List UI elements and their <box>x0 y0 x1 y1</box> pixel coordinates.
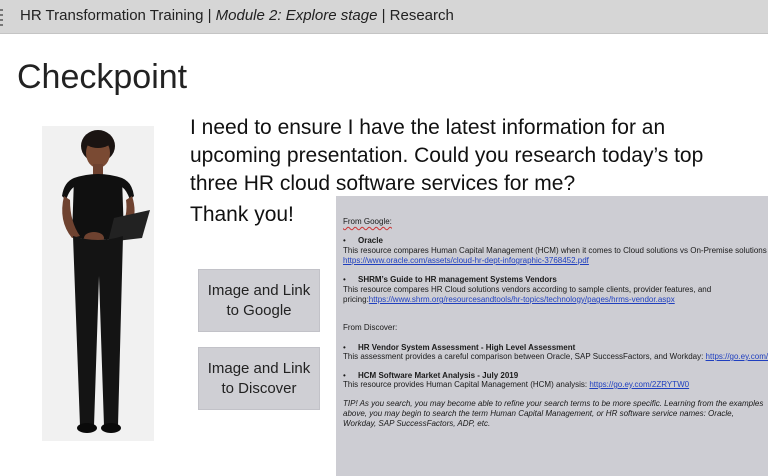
bullet-icon: • <box>343 371 346 380</box>
research-panel: From Google: • Oracle This resource comp… <box>336 196 768 476</box>
from-google-heading: From Google: <box>343 217 392 226</box>
checkpoint-message: I need to ensure I have the latest infor… <box>190 116 704 195</box>
search-tip: TIP! As you search, you may become able … <box>343 399 764 428</box>
hr-vendor-assessment-line: This assessment provides a careful compa… <box>343 352 768 361</box>
header-title: HR Transformation Training | Module 2: E… <box>20 7 454 24</box>
oracle-link[interactable]: https://www.oracle.com/assets/cloud-hr-d… <box>343 256 589 266</box>
bullet-icon: • <box>343 275 346 284</box>
hr-vendor-assessment-title: HR Vendor System Assessment - High Level… <box>358 343 576 352</box>
oracle-title: Oracle <box>358 236 383 245</box>
shrm-link-line: pricing:https://www.shrm.org/resourcesan… <box>343 295 675 304</box>
page-title: Checkpoint <box>17 58 188 96</box>
shrm-link[interactable]: https://www.shrm.org/resourcesandtools/h… <box>369 295 675 304</box>
shrm-title: SHRM’s Guide to HR management Systems Ve… <box>358 275 557 284</box>
header-module: Module 2: Explore stage <box>215 7 378 24</box>
hcm-market-analysis-title: HCM Software Market Analysis - July 2019 <box>358 371 519 380</box>
hr-vendor-assessment-link[interactable]: https://go.ey.com/ <box>706 352 768 361</box>
from-discover-heading: From Discover: <box>343 323 398 332</box>
bullet-icon: • <box>343 236 346 245</box>
panel-handle-icon[interactable] <box>0 6 4 28</box>
hcm-market-analysis-link[interactable]: https://go.ey.com/2ZRYTW0 <box>589 380 689 389</box>
oracle-description: This resource compares Human Capital Man… <box>343 246 767 255</box>
header-course: HR Transformation Training | <box>20 7 212 24</box>
shrm-description: This resource compares HR Cloud solution… <box>343 285 712 294</box>
person-image <box>42 126 154 441</box>
woman-with-tablet-illustration <box>62 130 150 433</box>
hcm-market-analysis-line: This resource provides Human Capital Man… <box>343 380 690 389</box>
header-bar: HR Transformation Training | Module 2: E… <box>0 0 768 34</box>
google-link-button[interactable]: Image and Link to Google <box>198 269 320 332</box>
bullet-icon: • <box>343 343 346 352</box>
thanks-text: Thank you! <box>190 203 294 226</box>
discover-link-button[interactable]: Image and Link to Discover <box>198 347 320 410</box>
header-section: | Research <box>381 7 454 24</box>
